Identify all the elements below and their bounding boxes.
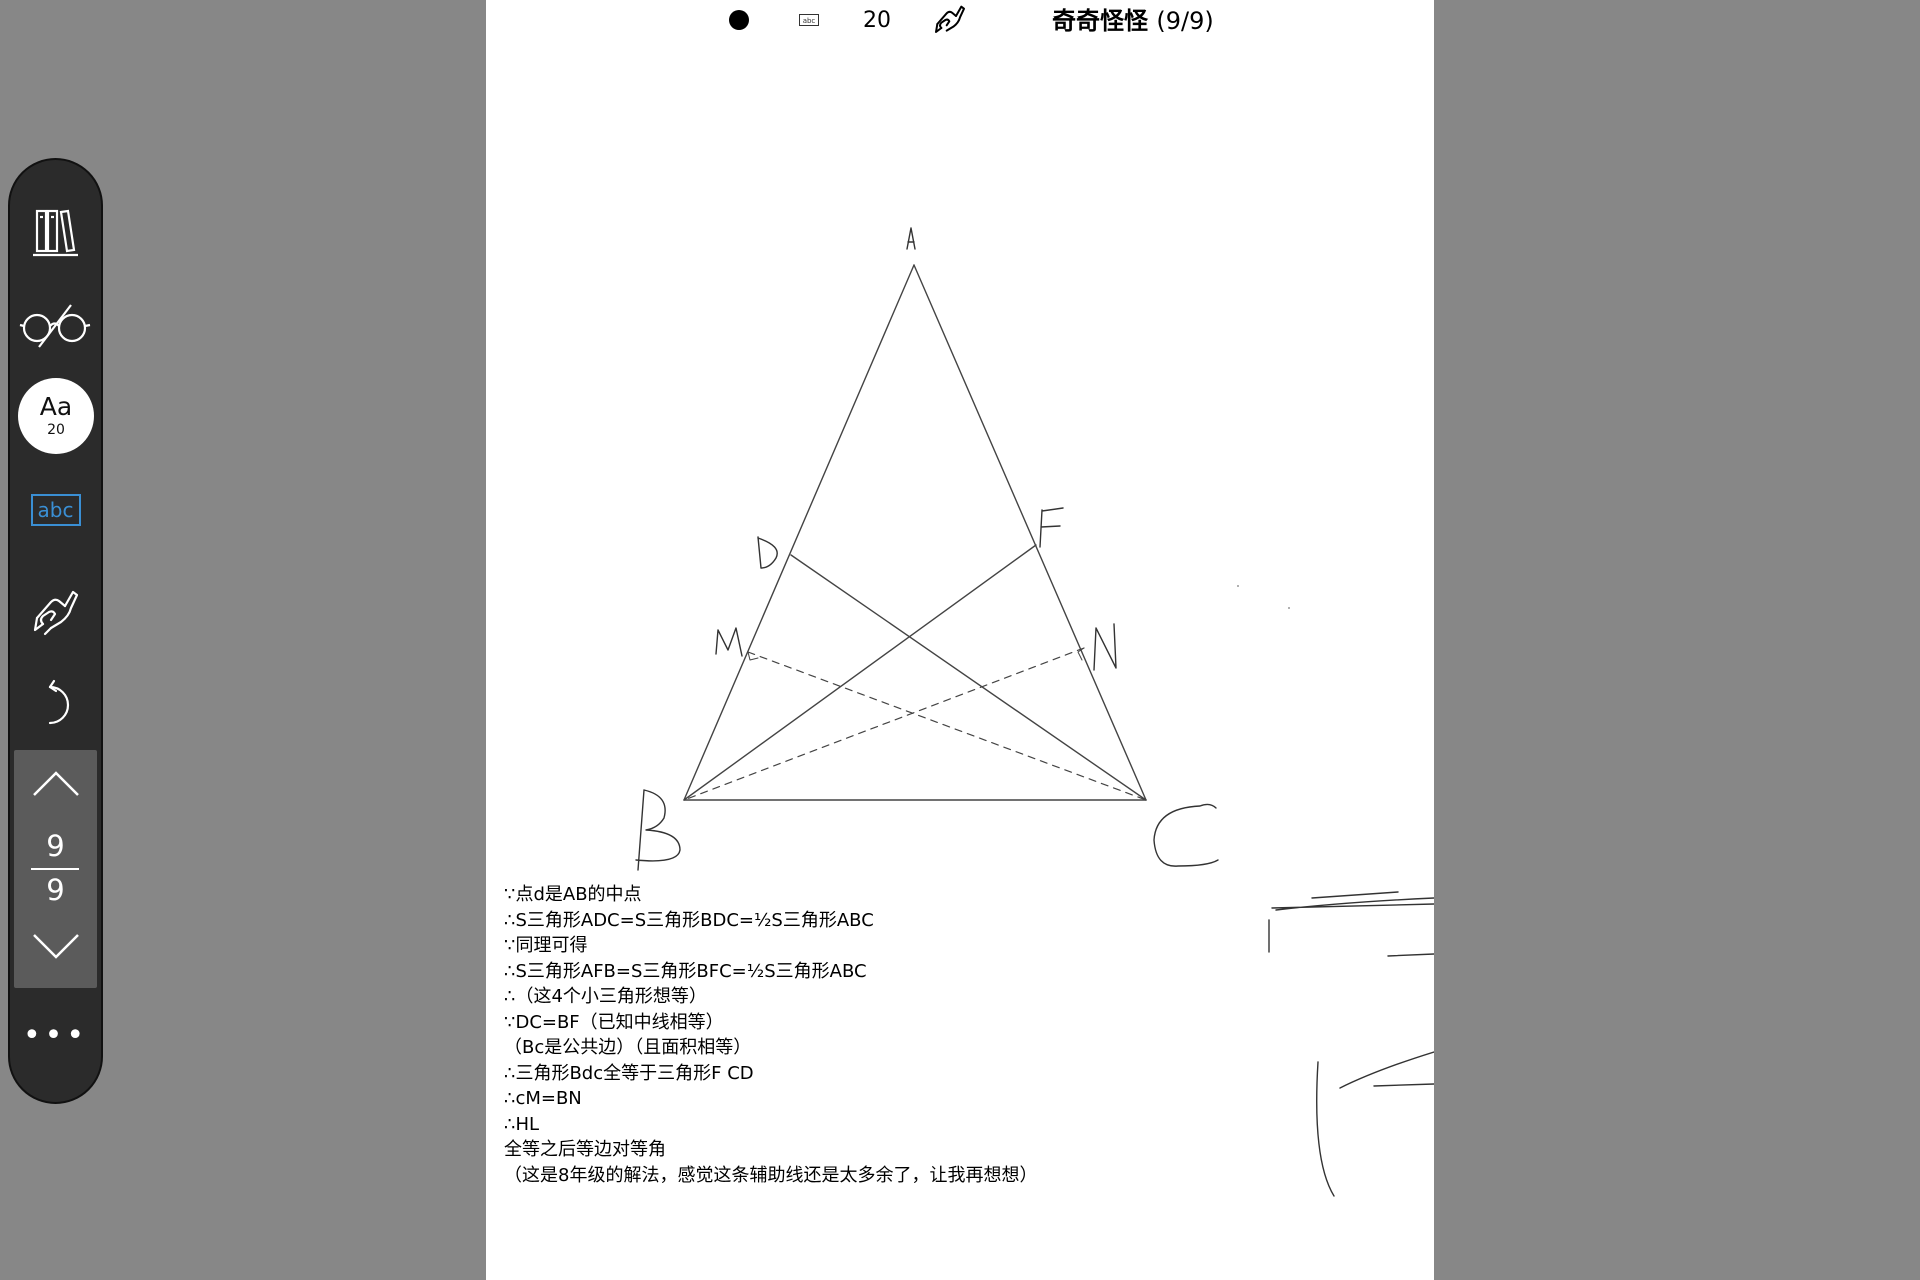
proof-line: （Bc是公共边）（且面积相等） [504, 1037, 752, 1058]
undo-icon [36, 679, 76, 731]
proof-line: ∴三角形Bdc全等于三角形F CD [504, 1062, 754, 1084]
current-page-number: 9 [46, 829, 65, 863]
page-divider [31, 868, 79, 870]
proof-line: ∵点d是AB的中点 [504, 884, 642, 905]
hand-pen-icon [29, 586, 83, 640]
handwriting-button[interactable] [10, 578, 101, 648]
label-d-stroke [757, 536, 778, 569]
proof-line: （这是8年级的解法，感觉这条辅助线还是太多余了，让我再想想） [504, 1164, 1038, 1186]
dashed-bn [683, 647, 1085, 801]
proof-line: ∴S三角形AFB=S三角形BFC=½S三角形ABC [504, 960, 867, 982]
point-label-d: D [766, 554, 767, 556]
label-n-stroke [1093, 623, 1117, 671]
text-box-button[interactable]: abc [10, 482, 101, 538]
point-label-f: F [1051, 529, 1052, 531]
page-up-button[interactable] [14, 760, 97, 812]
chevron-up-icon [32, 770, 80, 802]
more-options-button[interactable]: ••• [10, 1021, 101, 1051]
label-m-stroke [715, 627, 743, 657]
library-button[interactable] [10, 196, 101, 266]
more-dots-icon: ••• [22, 1018, 89, 1053]
text-box-label: abc [37, 498, 74, 522]
proof-line: 全等之后等边对等角 [504, 1139, 666, 1160]
stray-dot-2 [1288, 607, 1290, 609]
library-books-icon [31, 203, 81, 259]
stray-dot-1 [1237, 585, 1239, 587]
label-c-stroke [1153, 803, 1219, 867]
reading-mode-button[interactable] [10, 290, 101, 360]
glasses-icon [19, 297, 93, 353]
abc-textbox-icon: abc [30, 494, 81, 526]
proof-text-box[interactable]: ∵点d是AB的中点 ∴S三角形ADC=S三角形BDC=½S三角形ABC ∵同理可… [504, 882, 1184, 1188]
proof-line: ∴（这4个小三角形想等） [504, 986, 707, 1007]
side-toolbar: Aa 20 abc 9 9 ••• [8, 158, 103, 1104]
label-f-stroke [1039, 507, 1064, 548]
chevron-down-icon [32, 932, 80, 964]
label-a-stroke [906, 227, 916, 250]
point-label-n: N [1104, 649, 1105, 651]
side-ab [683, 264, 915, 801]
label-b-stroke [635, 789, 681, 871]
proof-line: ∴cM=BN [504, 1088, 582, 1109]
font-size-button[interactable]: Aa 20 [18, 378, 94, 454]
vertex-label-a: A [911, 238, 912, 241]
total-pages-number: 9 [46, 873, 65, 907]
dashed-cm [747, 651, 1147, 801]
proof-line: ∵同理可得 [504, 935, 588, 956]
median-bf [683, 544, 1037, 801]
proof-line: ∴S三角形ADC=S三角形BDC=½S三角形ABC [504, 909, 874, 931]
proof-line: ∴HL [504, 1113, 540, 1135]
point-label-m: M [728, 644, 729, 646]
stray-stroke-5 [1316, 1061, 1335, 1197]
page-down-button[interactable] [14, 922, 97, 974]
stray-stroke-4 [1339, 1051, 1434, 1089]
proof-line: ∵DC=BF（已知中线相等） [504, 1011, 724, 1033]
right-angle-m [747, 651, 759, 661]
page-navigator: 9 9 [14, 750, 97, 988]
note-page[interactable]: abc 20 奇奇怪怪 (9/9) A B C D F M N ∵点d是AB的中… [486, 0, 1434, 1280]
font-size-value: 20 [47, 422, 65, 438]
undo-button[interactable] [10, 670, 101, 740]
stray-stroke-1 [1271, 891, 1434, 911]
stray-stroke-3 [1387, 953, 1434, 957]
font-sample-label: Aa [39, 392, 73, 421]
vertex-label-c: C [1186, 839, 1187, 841]
